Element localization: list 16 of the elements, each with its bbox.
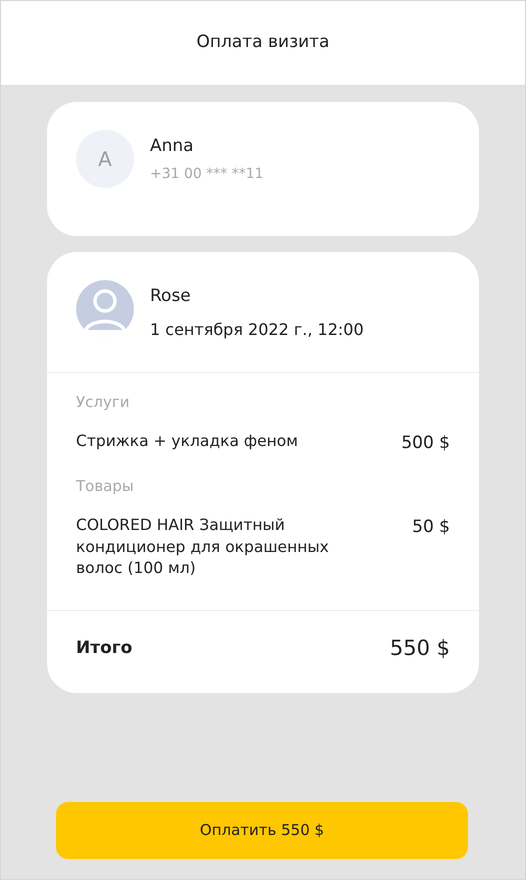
total-label: Итого bbox=[76, 637, 132, 660]
master-name: Rose bbox=[150, 285, 192, 308]
section-heading: Услуги bbox=[76, 392, 130, 412]
total-amount: 550 $ bbox=[390, 635, 450, 662]
item-name: Стрижка + укладка феном bbox=[76, 431, 298, 452]
item-price: 500 $ bbox=[401, 432, 450, 455]
visit-datetime: 1 сентября 2022 г., 12:00 bbox=[150, 318, 364, 340]
item-name: COLORED HAIR Защитный кондиционер для окрашенных волос (100 мл) bbox=[76, 515, 330, 580]
user-avatar-icon bbox=[76, 280, 134, 338]
pay-button[interactable]: Оплатить 550 $ bbox=[56, 802, 468, 859]
client-avatar: A bbox=[76, 130, 134, 188]
client-phone: +31 00 *** **11 bbox=[150, 164, 264, 184]
page-title: Оплата визита bbox=[196, 31, 330, 54]
client-name: Anna bbox=[150, 135, 195, 158]
item-price: 50 $ bbox=[412, 516, 450, 539]
section-heading: Товары bbox=[76, 476, 135, 496]
